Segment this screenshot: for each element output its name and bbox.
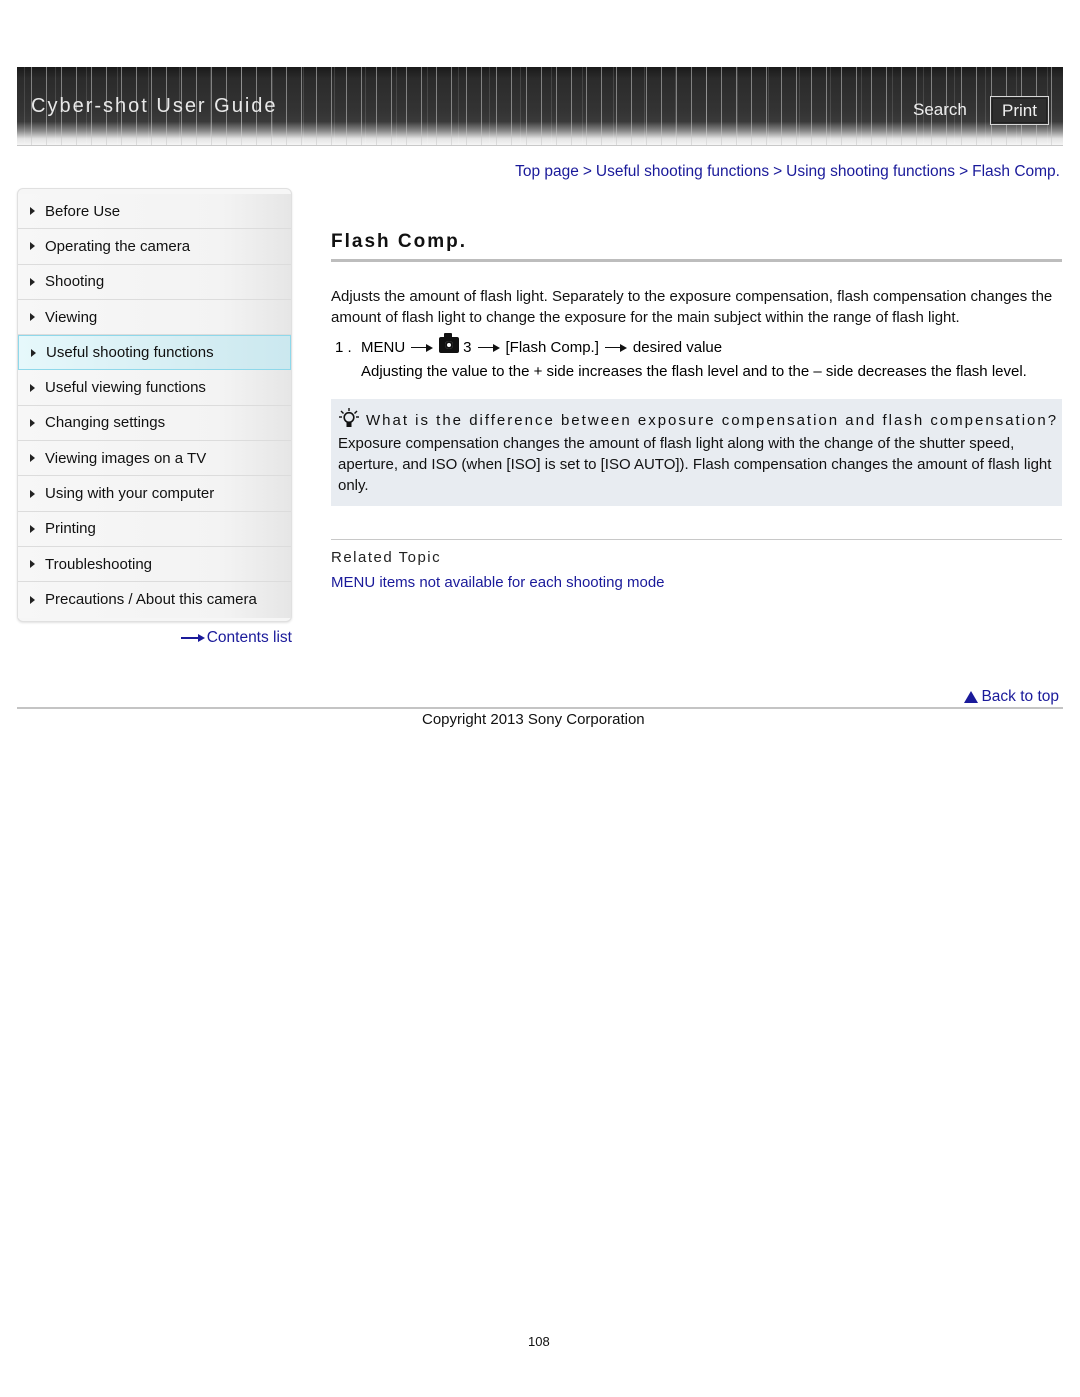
app-title: Cyber-shot User Guide xyxy=(31,95,278,117)
arrow-right-icon xyxy=(604,343,627,352)
back-to-top-label: Back to top xyxy=(981,688,1059,705)
triangle-right-icon xyxy=(30,277,35,286)
sidebar-item-troubleshooting[interactable]: Troubleshooting xyxy=(18,546,291,583)
breadcrumb-separator: > xyxy=(773,163,783,180)
triangle-right-icon xyxy=(30,524,35,533)
contents-list-label: Contents list xyxy=(206,629,292,646)
sidebar-item-label: Printing xyxy=(45,520,96,538)
related-divider xyxy=(331,539,1062,540)
triangle-right-icon xyxy=(30,454,35,463)
sidebar-item-label: Before Use xyxy=(45,202,121,220)
triangle-right-icon xyxy=(30,418,35,427)
sidebar-item-useful-viewing-functions[interactable]: Useful viewing functions xyxy=(18,370,291,406)
triangle-right-icon xyxy=(31,348,36,357)
copyright-text: Copyright 2013 Sony Corporation xyxy=(422,711,645,728)
sidebar-item-label: Changing settings xyxy=(45,414,166,432)
print-button[interactable]: Print xyxy=(990,96,1049,125)
sidebar-item-label: Useful viewing functions xyxy=(45,379,206,397)
arrow-right-icon xyxy=(180,634,205,642)
sidebar-nav: Before Use Operating the camera Shooting… xyxy=(17,188,292,622)
main-content: Flash Comp. Adjusts the amount of flash … xyxy=(331,226,1062,591)
breadcrumb: Top page > Useful shooting functions > Using… xyxy=(515,163,1060,181)
page-number: 108 xyxy=(528,1334,550,1349)
step-item-name: [Flash Comp.] xyxy=(505,339,599,356)
triangle-up-icon xyxy=(964,691,979,703)
sidebar-item-label: Viewing images on a TV xyxy=(45,449,207,467)
back-to-top-link[interactable]: Back to top xyxy=(964,688,1059,706)
step-instruction: MENU 3 [Flash Comp.] desired value xyxy=(361,332,1062,358)
sidebar-item-label: Operating the camera xyxy=(45,237,191,255)
breadcrumb-useful-shooting-functions[interactable]: Useful shooting functions xyxy=(596,163,769,180)
sidebar-item-label: Useful shooting functions xyxy=(46,344,214,362)
step-description: Adjusting the value to the + side increa… xyxy=(361,363,1027,380)
breadcrumb-top-page[interactable]: Top page xyxy=(515,163,579,180)
sidebar-item-shooting[interactable]: Shooting xyxy=(18,264,291,300)
sidebar-item-operating-the-camera[interactable]: Operating the camera xyxy=(18,229,291,265)
related-topic-heading: Related Topic xyxy=(331,549,442,566)
header-divider xyxy=(17,145,1063,146)
arrow-right-icon xyxy=(477,343,500,352)
sidebar-item-printing[interactable]: Printing xyxy=(18,511,291,547)
sidebar-item-useful-shooting-functions[interactable]: Useful shooting functions xyxy=(18,335,291,371)
sidebar-item-label: Viewing xyxy=(45,308,98,326)
triangle-right-icon xyxy=(30,242,35,251)
camera-icon xyxy=(439,332,460,353)
sidebar-item-viewing[interactable]: Viewing xyxy=(18,299,291,336)
search-link[interactable]: Search xyxy=(913,100,967,120)
triangle-right-icon xyxy=(30,560,35,569)
sidebar-item-using-with-your-computer[interactable]: Using with your computer xyxy=(18,476,291,512)
step-number: 1 . xyxy=(335,339,352,356)
sidebar-item-label: Precautions / About this camera xyxy=(45,591,257,609)
sidebar-item-precautions[interactable]: Precautions / About this camera xyxy=(18,582,291,618)
breadcrumb-separator: > xyxy=(959,163,969,180)
sidebar-item-label: Using with your computer xyxy=(45,485,215,503)
step-item: 1 . MENU 3 [Flash Comp.] desired value A… xyxy=(331,332,1062,382)
triangle-right-icon xyxy=(30,595,35,604)
triangle-right-icon xyxy=(30,383,35,392)
hint-title-row: What is the difference between exposure … xyxy=(338,407,1062,433)
hint-body: Exposure compensation changes the amount… xyxy=(338,435,1052,494)
contents-list-link[interactable]: Contents list xyxy=(180,629,292,647)
sidebar-item-label: Shooting xyxy=(45,273,105,291)
triangle-right-icon xyxy=(30,489,35,498)
sidebar-item-before-use[interactable]: Before Use xyxy=(18,194,291,230)
step-value: desired value xyxy=(632,339,723,356)
breadcrumb-separator: > xyxy=(582,163,592,180)
sidebar-item-viewing-images-on-a-tv[interactable]: Viewing images on a TV xyxy=(18,441,291,477)
step-tab-number: 3 xyxy=(463,339,472,356)
header-banner: Cyber-shot User Guide Search Print xyxy=(17,67,1063,145)
lightbulb-icon xyxy=(339,408,359,427)
page-title: Flash Comp. xyxy=(331,231,468,252)
triangle-right-icon xyxy=(30,207,35,216)
hint-title: What is the difference between exposure … xyxy=(366,412,1059,429)
title-divider xyxy=(331,259,1062,262)
sidebar-item-changing-settings[interactable]: Changing settings xyxy=(18,405,291,442)
breadcrumb-using-shooting-functions[interactable]: Using shooting functions xyxy=(786,163,955,180)
intro-paragraph: Adjusts the amount of flash light. Separ… xyxy=(331,288,1053,326)
arrow-right-icon xyxy=(411,343,434,352)
footer-divider xyxy=(17,707,1063,709)
related-topic-link[interactable]: MENU items not available for each shooti… xyxy=(331,574,1062,591)
breadcrumb-flash-comp[interactable]: Flash Comp. xyxy=(972,163,1060,180)
step-menu: MENU xyxy=(361,339,406,356)
triangle-right-icon xyxy=(30,313,35,322)
hint-box: What is the difference between exposure … xyxy=(331,399,1062,506)
sidebar-item-label: Troubleshooting xyxy=(45,555,153,573)
